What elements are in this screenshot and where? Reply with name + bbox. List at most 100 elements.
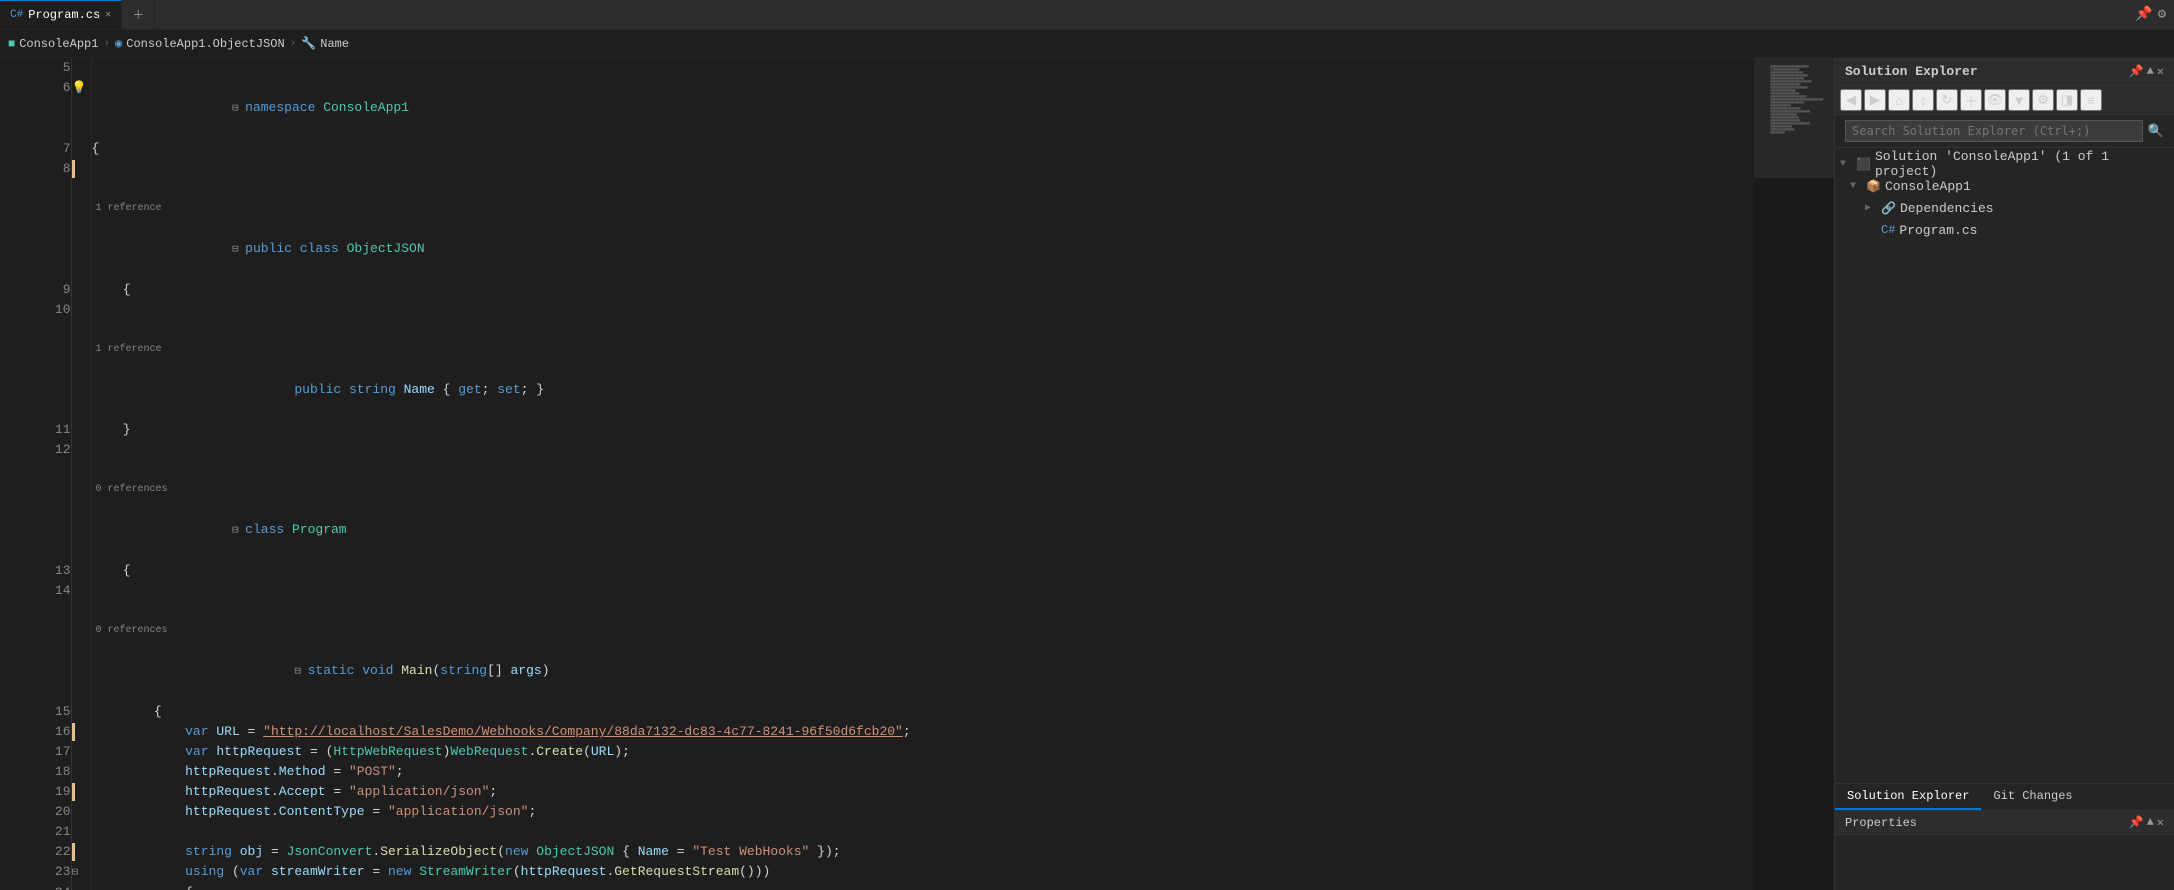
line-number: 23	[0, 862, 71, 883]
line-number: 22	[0, 842, 71, 862]
table-row: 22 string obj = JsonConvert.SerializeObj…	[0, 842, 1754, 862]
breadcrumb-sep2: ›	[290, 38, 297, 50]
tab-label: Program.cs	[28, 8, 100, 22]
tab-bar: C# Program.cs ✕ ＋ 📌 ⚙	[0, 0, 2174, 30]
settings-button[interactable]: ≡	[2080, 89, 2102, 111]
solution-explorer-search: 🔍	[1835, 115, 2174, 148]
maximize-prop-icon[interactable]: ▲	[2147, 815, 2154, 830]
gutter-21	[71, 822, 91, 842]
line-number: 21	[0, 822, 71, 842]
pin-icon[interactable]: 📌	[2135, 6, 2152, 23]
preview-button[interactable]: ◨	[2056, 89, 2078, 111]
solution-explorer-toolbar: ◀ ▶ ⌂ ↕ ↻ ＋ 👁 ▼ ⚙ ◨ ≡	[1835, 86, 2174, 115]
search-icon[interactable]: 🔍	[2148, 124, 2164, 139]
properties-content	[1835, 835, 2174, 890]
tab-new[interactable]: ＋	[122, 0, 155, 29]
code-editor[interactable]: 5 6 💡 ⊟ namespac	[0, 58, 1754, 890]
program-cs-label: Program.cs	[1899, 223, 1977, 238]
show-all-button[interactable]: 👁	[1984, 89, 2006, 111]
code-21	[91, 822, 1754, 842]
project-label: ConsoleApp1	[1885, 179, 1971, 194]
gutter-17	[71, 742, 91, 762]
code-18: httpRequest.Method = "POST";	[91, 762, 1754, 782]
table-row: 20 httpRequest.ContentType = "applicatio…	[0, 802, 1754, 822]
properties-button[interactable]: ⚙	[2032, 89, 2054, 111]
code-22: string obj = JsonConvert.SerializeObject…	[91, 842, 1754, 862]
table-row: 5	[0, 58, 1754, 78]
refresh-button[interactable]: ↻	[1936, 89, 1958, 111]
ref-label: 0 references	[92, 480, 1755, 500]
minimap-slider[interactable]	[1754, 58, 1834, 178]
yellow-bar-icon	[72, 783, 75, 801]
line-number: 11	[0, 420, 71, 440]
sync-button[interactable]: ↕	[1912, 89, 1934, 111]
table-row: 9 {	[0, 280, 1754, 300]
solution-explorer-title: Solution Explorer	[1845, 64, 1978, 79]
project-icon: 📦	[1866, 179, 1881, 194]
dependencies-icon: 🔗	[1881, 201, 1896, 216]
tab-close-button[interactable]: ✕	[105, 9, 111, 21]
add-button[interactable]: ＋	[1960, 89, 1982, 111]
tab-actions: 📌 ⚙	[2127, 6, 2174, 23]
gutter-23: ⊟	[71, 862, 91, 883]
tab-git-changes[interactable]: Git Changes	[1981, 784, 2084, 810]
collapse-indicator[interactable]: ⊟	[232, 103, 245, 115]
table-row: 21	[0, 822, 1754, 842]
sidebar-item-program-cs[interactable]: C# Program.cs	[1835, 219, 2174, 241]
code-15: {	[91, 702, 1754, 722]
line-number: 18	[0, 762, 71, 782]
ref-label: 1 reference	[92, 340, 1755, 360]
collapse-indicator[interactable]: ⊟	[232, 525, 245, 537]
breadcrumb-class[interactable]: ◉ ConsoleApp1.ObjectJSON	[115, 36, 285, 51]
tab-add-icon: ＋	[132, 6, 144, 23]
close-prop-icon[interactable]: ✕	[2157, 815, 2164, 830]
code-6: ⊟ namespace ConsoleApp1	[91, 78, 1754, 139]
main-layout: 5 6 💡 ⊟ namespac	[0, 58, 2174, 890]
maximize-icon[interactable]: ▲	[2147, 64, 2154, 79]
solution-icon: ⬛	[1856, 157, 1871, 172]
collapse-indicator[interactable]: ⊟	[294, 666, 307, 678]
pin-prop-icon[interactable]: 📌	[2129, 815, 2144, 830]
code-24: {	[91, 883, 1754, 890]
hint-bulb-icon[interactable]: 💡	[72, 81, 87, 95]
gutter-14	[71, 581, 91, 702]
forward-button[interactable]: ▶	[1864, 89, 1886, 111]
ref-label: 0 references	[92, 621, 1755, 641]
code-10: 1 reference public string Name { get; se…	[91, 300, 1754, 420]
tab-solution-explorer[interactable]: Solution Explorer	[1835, 784, 1981, 810]
code-13: {	[91, 561, 1754, 581]
properties-panel: Properties 📌 ▲ ✕	[1835, 810, 2174, 890]
collapse-indicator[interactable]: ⊟	[232, 244, 245, 256]
search-input[interactable]	[1845, 120, 2143, 142]
gutter-10	[71, 300, 91, 420]
back-button[interactable]: ◀	[1840, 89, 1862, 111]
yellow-bar-icon	[72, 843, 75, 861]
settings-icon[interactable]: ⚙	[2158, 6, 2166, 23]
gutter-19	[71, 782, 91, 802]
sidebar-item-solution[interactable]: ▼ ⬛ Solution 'ConsoleApp1' (1 of 1 proje…	[1835, 153, 2174, 175]
line-number: 24	[0, 883, 71, 890]
code-5	[91, 58, 1754, 78]
breadcrumb-member[interactable]: 🔧 Name	[301, 36, 349, 51]
tab-program-cs[interactable]: C# Program.cs ✕	[0, 0, 122, 29]
filter-button[interactable]: ▼	[2008, 89, 2030, 111]
code-16: var URL = "http://localhost/SalesDemo/We…	[91, 722, 1754, 742]
collapse-btn-23[interactable]: ⊟	[72, 867, 79, 879]
sidebar-item-dependencies[interactable]: ▶ 🔗 Dependencies	[1835, 197, 2174, 219]
table-row: 7 {	[0, 139, 1754, 159]
gutter-7	[71, 139, 91, 159]
line-number: 9	[0, 280, 71, 300]
breadcrumb-project[interactable]: ■ ConsoleApp1	[8, 37, 98, 51]
table-row: 14 0 references ⊟ static void Main(strin…	[0, 581, 1754, 702]
pin-window-icon[interactable]: 📌	[2129, 64, 2144, 79]
expand-icon-solution: ▼	[1840, 159, 1852, 170]
solution-explorer-footer: Solution Explorer Git Changes	[1835, 783, 2174, 810]
code-17: var httpRequest = (HttpWebRequest)WebReq…	[91, 742, 1754, 762]
yellow-bar-icon	[72, 723, 75, 741]
home-button[interactable]: ⌂	[1888, 89, 1910, 111]
ref-label: 1 reference	[92, 199, 1755, 219]
solution-explorer-tree: ▼ ⬛ Solution 'ConsoleApp1' (1 of 1 proje…	[1835, 148, 2174, 783]
breadcrumb: ■ ConsoleApp1 › ◉ ConsoleApp1.ObjectJSON…	[0, 30, 2174, 58]
code-19: httpRequest.Accept = "application/json";	[91, 782, 1754, 802]
close-se-icon[interactable]: ✕	[2157, 64, 2164, 79]
